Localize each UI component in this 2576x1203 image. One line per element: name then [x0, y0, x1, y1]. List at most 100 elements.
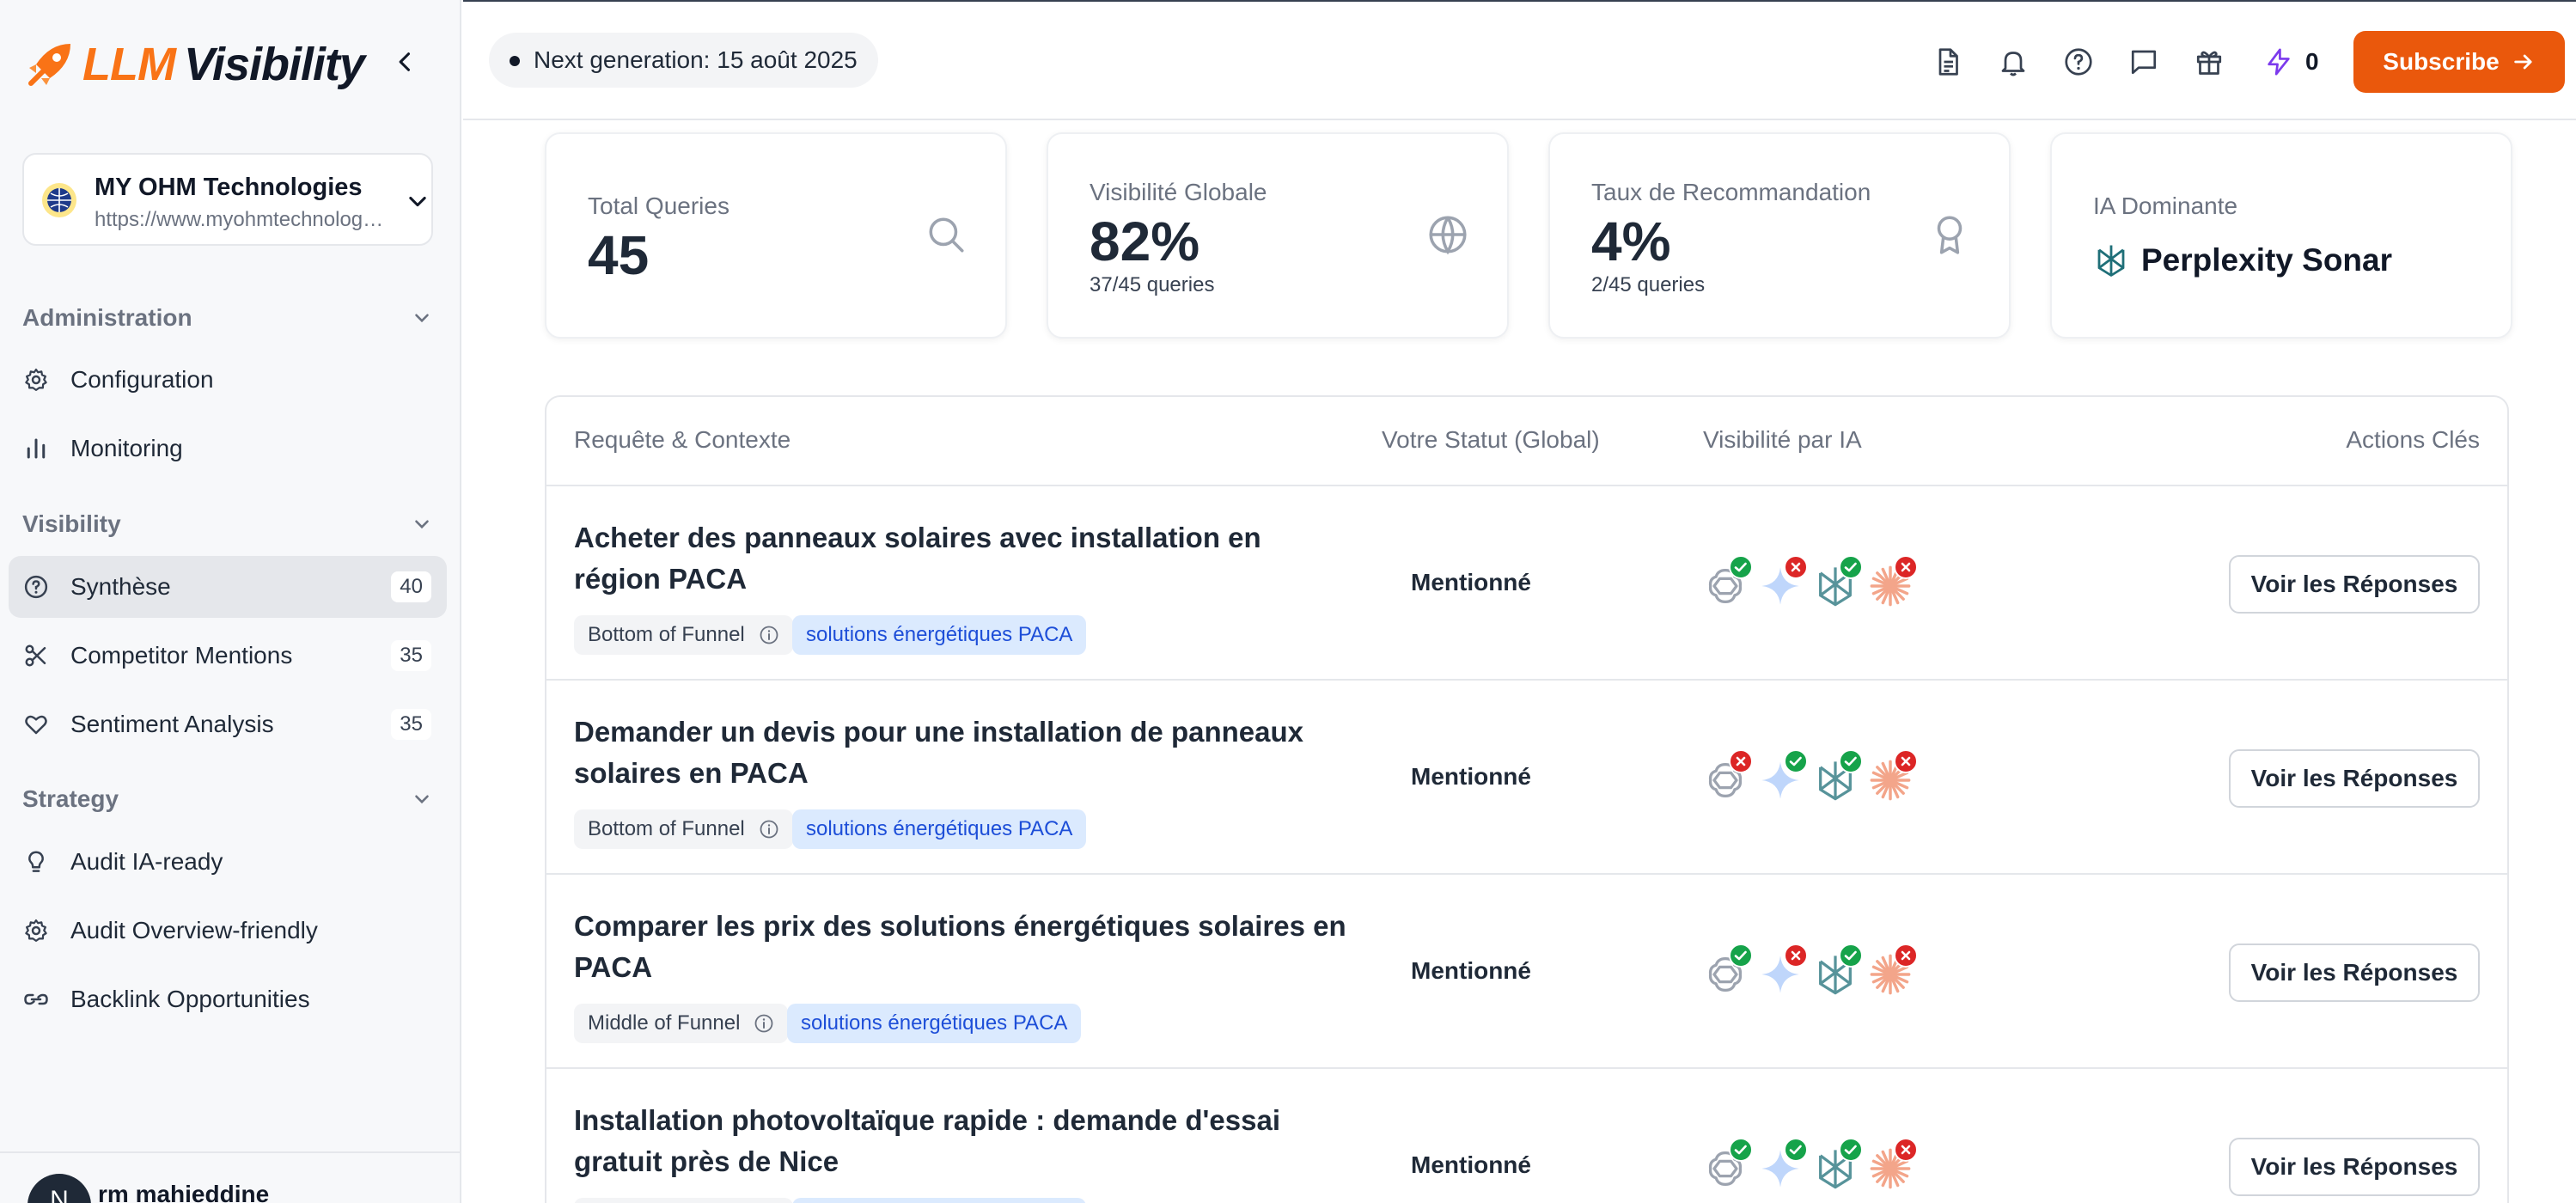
sidebar-item-label: Competitor Mentions: [70, 642, 293, 669]
logo-visibility: Visibility: [183, 39, 365, 90]
chevron-down-icon: [415, 314, 429, 323]
sidebar-item-label: Backlink Opportunities: [70, 986, 310, 1012]
credits-value: 0: [2305, 48, 2319, 75]
app-logo[interactable]: LLM Visibility: [24, 34, 365, 95]
sidebar-item-label: Sentiment Analysis: [70, 711, 274, 737]
stat-label: Taux de Recommandation: [1591, 179, 1871, 205]
queries-table: Requête & Contexte Votre Statut (Global)…: [545, 395, 2509, 1203]
funnel-stage-tag: Middle of Funnel: [574, 1004, 789, 1043]
info-icon[interactable]: [754, 1013, 774, 1034]
stat-value: 45: [588, 224, 650, 286]
ai-model-status[interactable]: [1813, 749, 1865, 806]
logo-llm: LLM: [82, 39, 176, 90]
project-selector[interactable]: MY OHM Technologies https://www.myohmtec…: [22, 153, 433, 246]
stat-card-visibilite-globale: Visibilité Globale 82% 37/45 queries: [1047, 132, 1509, 339]
project-url: https://www.myohmtechnologies.com: [95, 208, 387, 231]
view-responses-button[interactable]: Voir les Réponses: [2229, 749, 2480, 808]
credits-counter[interactable]: 0: [2264, 40, 2319, 84]
view-responses-button[interactable]: Voir les Réponses: [2229, 943, 2480, 1002]
stat-value: 4%: [1591, 211, 1671, 272]
x-circle-icon: [1894, 749, 1918, 773]
x-circle-icon: [1894, 943, 1918, 968]
ai-model-status[interactable]: [1703, 943, 1755, 1000]
check-circle-icon: [1784, 1138, 1808, 1162]
sidebar-item-audit-ia-ready[interactable]: Audit IA-ready: [9, 831, 447, 893]
rocket-icon: [28, 44, 70, 86]
user-menu[interactable]: N rm mahieddine: [0, 1151, 461, 1203]
zap-icon: [2268, 48, 2290, 76]
avatar: N: [27, 1174, 91, 1203]
chevron-left-icon: [399, 52, 411, 71]
topic-tag: solutions énergétiques PACA: [787, 1004, 1082, 1043]
check-circle-icon: [1784, 749, 1808, 773]
globe-icon: [1429, 216, 1467, 255]
sidebar-item-label: Audit Overview-friendly: [70, 917, 318, 943]
next-generation-text: Next generation: 15 août 2025: [534, 46, 858, 73]
sidebar-item-sentiment-analysis[interactable]: Sentiment Analysis 35: [9, 693, 447, 755]
info-icon[interactable]: [759, 819, 779, 840]
table-row: Demander un devis pour une installation …: [546, 681, 2507, 875]
global-status: Mentionné: [1411, 569, 1531, 595]
project-name: MY OHM Technologies: [95, 174, 363, 201]
sidebar-item-label: Monitoring: [70, 435, 183, 461]
sidebar-item-label: Audit IA-ready: [70, 848, 223, 875]
section-visibility[interactable]: Visibility: [22, 505, 433, 543]
ai-model-status[interactable]: [1813, 1138, 1865, 1194]
sidebar-item-monitoring[interactable]: Monitoring: [9, 418, 447, 479]
ai-model-status[interactable]: [1813, 555, 1865, 612]
top-bar: Next generation: 15 août 2025 0 Subscrib…: [463, 0, 2576, 120]
section-administration[interactable]: Administration: [22, 299, 433, 337]
ai-model-status[interactable]: [1758, 943, 1810, 1000]
user-name: rm mahieddine: [98, 1181, 270, 1203]
ai-model-status[interactable]: [1703, 555, 1755, 612]
gear-icon: [22, 366, 50, 394]
bar-chart-icon: [22, 435, 50, 462]
project-favicon-icon: [42, 183, 76, 217]
subscribe-label: Subscribe: [2383, 48, 2500, 75]
notifications-button[interactable]: [1996, 45, 2030, 79]
ai-model-status[interactable]: [1868, 555, 1920, 612]
chevron-down-icon: [415, 520, 429, 529]
help-button[interactable]: [2061, 45, 2096, 79]
subscribe-button[interactable]: Subscribe: [2353, 31, 2565, 93]
query-title: Comparer les prix des solutions énergéti…: [574, 910, 1346, 983]
gift-button[interactable]: [2192, 45, 2226, 79]
ai-model-status[interactable]: [1868, 1138, 1920, 1194]
ai-model-status[interactable]: [1758, 555, 1810, 612]
lightbulb-icon: [22, 848, 50, 876]
ai-model-status[interactable]: [1758, 1138, 1810, 1194]
sidebar-item-audit-overview-friendly[interactable]: Audit Overview-friendly: [9, 900, 447, 962]
message-square-icon: [2131, 50, 2157, 75]
view-responses-button[interactable]: Voir les Réponses: [2229, 1138, 2480, 1196]
collapse-sidebar-button[interactable]: [388, 45, 423, 79]
award-icon: [1937, 216, 1963, 254]
sidebar-item-synthese[interactable]: Synthèse 40: [9, 556, 447, 618]
funnel-stage-label: Middle of Funnel: [588, 1011, 741, 1035]
ai-model-status[interactable]: [1813, 943, 1865, 1000]
ai-model-status[interactable]: [1868, 943, 1920, 1000]
count-badge: 40: [391, 571, 431, 602]
global-status: Mentionné: [1411, 1151, 1531, 1178]
x-circle-icon: [1894, 1138, 1918, 1162]
ai-model-status[interactable]: [1703, 1138, 1755, 1194]
link-icon: [22, 986, 50, 1013]
sidebar-item-competitor-mentions[interactable]: Competitor Mentions 35: [9, 625, 447, 687]
sidebar-item-backlink-opportunities[interactable]: Backlink Opportunities: [9, 968, 447, 1030]
view-responses-button[interactable]: Voir les Réponses: [2229, 555, 2480, 614]
section-label: Administration: [22, 304, 192, 331]
query-title: Demander un devis pour une installation …: [574, 716, 1303, 789]
feedback-button[interactable]: [2127, 45, 2161, 79]
ai-model-status[interactable]: [1703, 749, 1755, 806]
info-icon[interactable]: [759, 625, 779, 645]
stat-card-ia-dominante: IA Dominante Perplexity Sonar: [2050, 132, 2512, 339]
section-strategy[interactable]: Strategy: [22, 780, 433, 818]
check-circle-icon: [1839, 943, 1863, 968]
docs-button[interactable]: [1931, 45, 1965, 79]
sidebar: LLM Visibility MY OHM Technologies https…: [0, 0, 461, 1203]
ai-model-status[interactable]: [1868, 749, 1920, 806]
ai-model-status[interactable]: [1758, 749, 1810, 806]
sidebar-item-label: Synthèse: [70, 573, 171, 600]
sidebar-item-configuration[interactable]: Configuration: [9, 349, 447, 411]
sidebar-item-label: Configuration: [70, 366, 214, 393]
stat-sub: 2/45 queries: [1591, 273, 1706, 296]
